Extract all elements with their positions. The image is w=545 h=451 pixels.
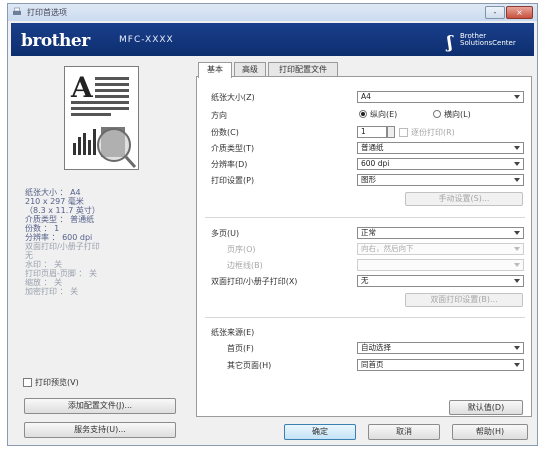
checkbox[interactable]	[399, 128, 408, 137]
copies-label: 份数(C)	[211, 128, 239, 137]
copies-stepper[interactable]	[387, 126, 395, 138]
multiple-page-select[interactable]: 正常	[357, 227, 524, 239]
basic-tab-panel: 纸张大小(Z) A4 方向 纵向(E) 横向(L) 份数(C) 1 逐份打印(R…	[196, 76, 532, 417]
copies-input[interactable]: 1	[357, 126, 387, 138]
support-button[interactable]: 服务支持(U)...	[24, 422, 176, 438]
printing-preferences-window: 打印首选项 - × brother MFC-XXXX ʃ Brother Solu…	[7, 3, 538, 446]
radio-icon[interactable]	[433, 110, 441, 118]
page-order-select[interactable]: 向右，然后向下	[357, 243, 524, 255]
multiple-page-label: 多页(U)	[211, 229, 240, 238]
tab-advanced[interactable]: 高级	[234, 62, 266, 77]
tab-basic[interactable]: 基本	[198, 62, 232, 78]
model-name: MFC-XXXX	[119, 35, 174, 45]
title-bar: 打印首选项 - ×	[8, 4, 537, 21]
brand-logo: brother	[21, 31, 90, 51]
duplex-label: 双面打印/小册子打印(X)	[211, 277, 298, 286]
checkbox[interactable]	[23, 378, 32, 387]
chevron-down-icon	[514, 363, 520, 367]
document-preview-icon: A	[70, 71, 137, 169]
border-line-label: 边框线(B)	[227, 261, 263, 270]
print-preview-checkbox[interactable]: 打印预览(V)	[23, 377, 79, 388]
default-button[interactable]: 默认值(D)	[449, 400, 523, 415]
page-order-label: 页序(O)	[227, 245, 256, 254]
chevron-down-icon	[514, 279, 520, 283]
add-profile-button[interactable]: 添加配置文件(J)...	[24, 398, 176, 414]
chevron-down-icon	[514, 263, 520, 267]
media-type-select[interactable]: 普通纸	[357, 142, 524, 154]
print-settings-select[interactable]: 图形	[357, 174, 524, 186]
brother-banner: brother MFC-XXXX ʃ Brother SolutionsCente…	[11, 23, 534, 56]
collate-checkbox[interactable]: 逐份打印(R)	[399, 127, 455, 138]
paper-size-select[interactable]: A4	[357, 91, 524, 103]
duplex-settings-button[interactable]: 双面打印设置(B)...	[405, 293, 523, 307]
ok-button[interactable]: 确定	[284, 424, 356, 440]
first-page-select[interactable]: 自动选择	[357, 342, 524, 354]
settings-summary: 纸张大小 ： A4 210 x 297 毫米 （8.3 x 11.7 英寸） 介…	[25, 188, 100, 296]
tab-print-profiles[interactable]: 打印配置文件	[268, 62, 338, 77]
landscape-radio[interactable]: 横向(L)	[433, 109, 471, 120]
solutions-center-icon: ʃ	[447, 33, 453, 53]
minimize-button[interactable]: -	[485, 6, 505, 19]
page-preview: A	[64, 66, 139, 170]
chevron-down-icon	[514, 95, 520, 99]
chevron-down-icon	[514, 346, 520, 350]
manual-settings-button[interactable]: 手动设置(S)...	[405, 192, 523, 206]
solutions-center-link[interactable]: ʃ Brother SolutionsCenter	[447, 31, 533, 54]
resolution-label: 分辨率(D)	[211, 160, 248, 169]
help-button[interactable]: 帮助(H)	[452, 424, 528, 440]
chevron-down-icon	[514, 146, 520, 150]
printer-icon	[13, 7, 21, 15]
chevron-down-icon	[514, 247, 520, 251]
left-pane: A 纸张大小 ： A4 210 x 297 毫米 （8.3 x 11.7 英寸）…	[8, 58, 190, 447]
portrait-radio[interactable]: 纵向(E)	[359, 109, 397, 120]
radio-selected-icon[interactable]	[359, 110, 367, 118]
svg-text:A: A	[70, 71, 94, 104]
chevron-down-icon	[514, 231, 520, 235]
print-settings-label: 打印设置(P)	[211, 176, 255, 185]
media-type-label: 介质类型(T)	[211, 144, 255, 153]
divider	[205, 317, 525, 318]
chevron-down-icon	[514, 178, 520, 182]
first-page-label: 首页(F)	[227, 344, 254, 353]
window-title: 打印首选项	[27, 8, 67, 17]
paper-size-label: 纸张大小(Z)	[211, 93, 255, 102]
other-pages-label: 其它页面(H)	[227, 361, 272, 370]
resolution-select[interactable]: 600 dpi	[357, 158, 524, 170]
duplex-select[interactable]: 无	[357, 275, 524, 287]
cancel-button[interactable]: 取消	[368, 424, 440, 440]
paper-source-label: 纸张来源(E)	[211, 328, 255, 337]
other-pages-select[interactable]: 同首页	[357, 359, 524, 371]
orientation-label: 方向	[211, 111, 227, 120]
close-button[interactable]: ×	[506, 6, 533, 19]
divider	[205, 217, 525, 218]
chevron-down-icon	[514, 162, 520, 166]
border-line-select[interactable]	[357, 259, 524, 271]
